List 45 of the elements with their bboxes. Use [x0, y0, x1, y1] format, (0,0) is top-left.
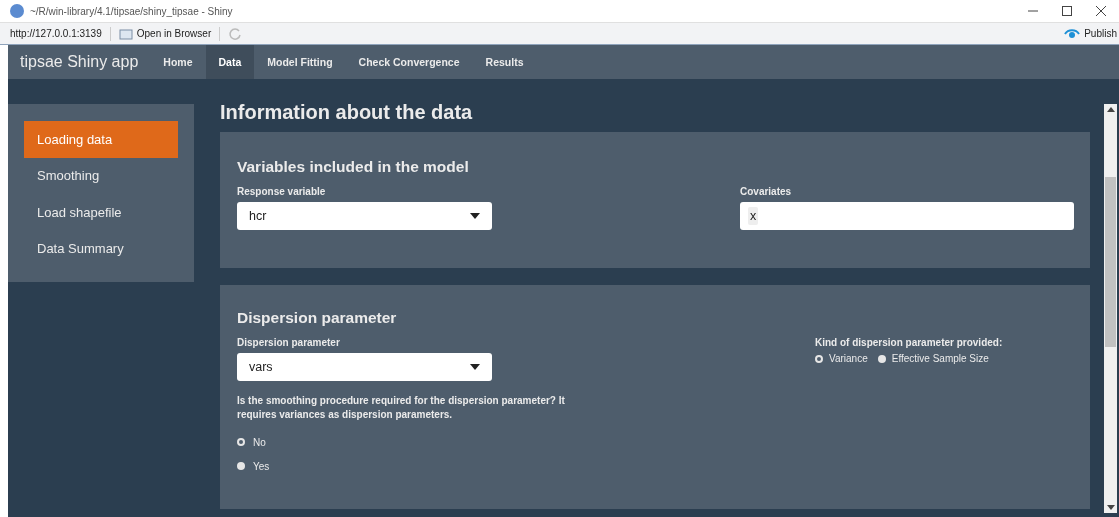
radio-label[interactable]: No — [253, 436, 266, 448]
radio-label[interactable]: Yes — [253, 460, 270, 472]
sidebar-item[interactable]: Loading data — [24, 121, 178, 158]
radio-button[interactable] — [877, 354, 886, 363]
sidebar-item[interactable]: Load shapefile — [24, 194, 178, 231]
input-field[interactable]: x — [740, 202, 1074, 230]
radio-button[interactable] — [237, 438, 245, 446]
caret-icon — [470, 364, 480, 370]
window-icon — [118, 27, 133, 40]
scroll-thumb[interactable] — [1105, 177, 1116, 347]
app-icon — [10, 4, 24, 18]
sidebar-item[interactable]: Data Summary — [24, 230, 178, 267]
publish-icon — [1064, 27, 1081, 40]
page-title: Information about the data — [220, 101, 474, 125]
nav-tab[interactable]: Results — [472, 45, 537, 79]
open-in-browser-button[interactable]: Open in Browser — [118, 27, 212, 40]
nav-tab[interactable]: Home — [150, 45, 206, 79]
nav-tab[interactable]: Model Fitting — [254, 45, 346, 79]
url-text: http://127.0.0.1:3139 — [10, 28, 102, 39]
brand-title: tipsae Shiny app — [20, 52, 139, 72]
select-field[interactable]: vars — [237, 353, 492, 381]
select-field[interactable]: hcr — [237, 202, 492, 230]
window-title: ~/R/win-library/4.1/tipsae/shiny_tipsae - Shiny — [30, 5, 233, 17]
nav-tab[interactable]: Check Convergence — [345, 45, 473, 79]
maximize-icon[interactable] — [1061, 5, 1073, 17]
close-icon[interactable] — [1095, 5, 1107, 17]
radio-label[interactable]: Variance — [829, 353, 868, 364]
scrollbar[interactable] — [1104, 104, 1117, 513]
radio-label[interactable]: Effective Sample Size — [891, 353, 989, 364]
field-label: Covariates — [740, 186, 793, 197]
radio-button[interactable] — [237, 462, 245, 470]
radio-button[interactable] — [815, 354, 823, 363]
scroll-up-icon[interactable] — [1106, 107, 1115, 112]
card-title: Variables included in the model — [237, 158, 470, 176]
sidebar-item[interactable]: Smoothing — [24, 157, 178, 194]
nav-tab[interactable]: Data — [205, 45, 255, 79]
field-label: Kind of dispersion parameter provided: — [815, 337, 1004, 348]
card-title: Dispersion parameter — [237, 309, 398, 327]
caret-icon — [470, 213, 480, 219]
field-label: Dispersion parameter — [237, 337, 341, 348]
publish-button[interactable]: Publish — [1064, 27, 1117, 40]
field-label: Is the smoothing procedure required for the dispersion parameter? It requires variances as dispersion parameters. — [237, 394, 566, 422]
field-label: Response variable — [237, 186, 327, 197]
chip: x — [748, 207, 759, 225]
scroll-down-icon[interactable] — [1106, 505, 1115, 510]
